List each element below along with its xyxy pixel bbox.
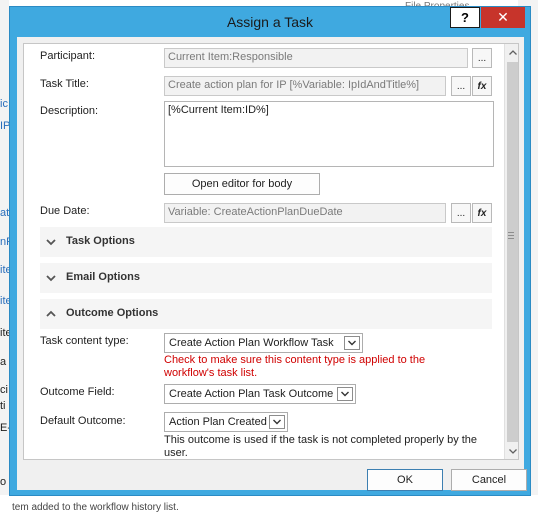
help-button[interactable]: ? bbox=[450, 7, 480, 28]
task-options-label: Task Options bbox=[66, 235, 135, 247]
outcome-options-label: Outcome Options bbox=[66, 307, 159, 319]
cancel-button[interactable]: Cancel bbox=[451, 469, 527, 491]
background-fragment: ti bbox=[0, 400, 6, 412]
email-options-label: Email Options bbox=[66, 271, 140, 283]
outcome-field-value: Create Action Plan Task Outcome bbox=[169, 388, 334, 400]
background-fragment: ic bbox=[0, 98, 8, 110]
due-date-label: Due Date: bbox=[40, 205, 90, 217]
background-fragment: ci bbox=[0, 384, 8, 396]
due-date-browse-button[interactable]: ... bbox=[451, 203, 471, 223]
chevron-down-icon bbox=[46, 275, 56, 282]
participant-browse-button[interactable]: ... bbox=[472, 48, 492, 68]
scroll-up-arrow-icon[interactable] bbox=[505, 44, 518, 60]
outcome-field-label: Outcome Field: bbox=[40, 386, 115, 398]
scroll-down-arrow-icon[interactable] bbox=[505, 443, 518, 459]
chevron-down-icon bbox=[46, 239, 56, 246]
outcome-options-section[interactable]: Outcome Options bbox=[40, 299, 492, 329]
assign-task-dialog: Assign a Task ? ✕ Participant: Current I… bbox=[9, 6, 531, 496]
task-content-type-value: Create Action Plan Workflow Task bbox=[169, 337, 334, 349]
form-scroll-area: Participant: Current Item:Responsible ..… bbox=[23, 43, 519, 460]
participant-label: Participant: bbox=[40, 50, 96, 62]
background-fragment: o bbox=[0, 476, 7, 488]
open-editor-button[interactable]: Open editor for body bbox=[164, 173, 320, 195]
ok-button[interactable]: OK bbox=[367, 469, 443, 491]
scrollbar-thumb[interactable] bbox=[507, 62, 518, 442]
scrollbar-grip-icon bbox=[508, 232, 514, 241]
default-outcome-note: This outcome is used if the task is not … bbox=[164, 434, 478, 459]
default-outcome-label: Default Outcome: bbox=[40, 415, 126, 427]
task-title-browse-button[interactable]: ... bbox=[451, 76, 471, 96]
outcome-field-select[interactable]: Create Action Plan Task Outcome bbox=[164, 384, 356, 404]
task-title-label: Task Title: bbox=[40, 78, 89, 90]
due-date-field[interactable]: Variable: CreateActionPlanDueDate bbox=[164, 203, 446, 223]
task-title-field[interactable]: Create action plan for IP [%Variable: Ip… bbox=[164, 76, 446, 96]
task-title-formula-button[interactable]: fx bbox=[472, 76, 492, 96]
description-label: Description: bbox=[40, 105, 99, 117]
email-options-section[interactable]: Email Options bbox=[40, 263, 492, 293]
chevron-down-icon bbox=[269, 415, 285, 429]
task-options-section[interactable]: Task Options bbox=[40, 227, 492, 257]
default-outcome-value: Action Plan Created bbox=[169, 416, 267, 428]
task-content-type-select[interactable]: Create Action Plan Workflow Task bbox=[164, 333, 363, 353]
description-textarea[interactable]: [%Current Item:ID%] bbox=[164, 101, 494, 167]
chevron-down-icon bbox=[344, 336, 360, 350]
chevron-down-icon bbox=[337, 387, 353, 401]
dialog-titlebar[interactable]: Assign a Task ? ✕ bbox=[10, 7, 530, 37]
due-date-formula-button[interactable]: fx bbox=[472, 203, 492, 223]
dialog-client-area: Participant: Current Item:Responsible ..… bbox=[17, 37, 527, 491]
background-status-text: tem added to the workflow history list. bbox=[12, 502, 179, 513]
task-content-type-label: Task content type: bbox=[40, 335, 129, 347]
background-fragment: a bbox=[0, 356, 7, 368]
vertical-scrollbar[interactable] bbox=[504, 44, 518, 459]
chevron-up-icon bbox=[46, 310, 56, 317]
default-outcome-select[interactable]: Action Plan Created bbox=[164, 412, 288, 432]
participant-field[interactable]: Current Item:Responsible bbox=[164, 48, 468, 68]
content-type-warning: Check to make sure this content type is … bbox=[164, 354, 426, 379]
close-button[interactable]: ✕ bbox=[481, 7, 525, 28]
